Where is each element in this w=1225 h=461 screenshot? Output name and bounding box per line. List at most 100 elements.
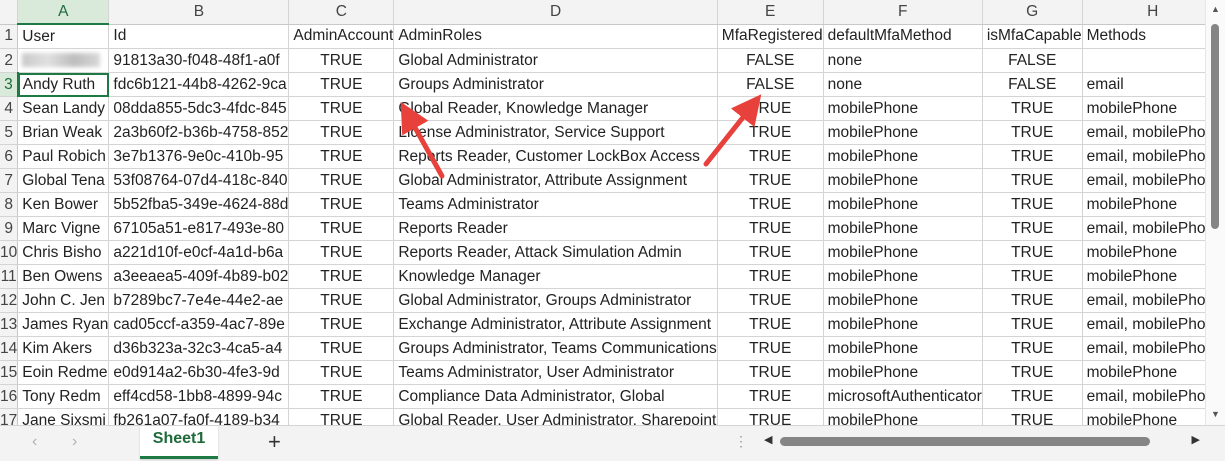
row-header[interactable]: 5	[0, 120, 19, 145]
column-header-d[interactable]: D	[393, 0, 718, 25]
cell-methods[interactable]: mobilePhone	[1082, 360, 1205, 385]
cell-admin-roles[interactable]: Global Administrator, Attribute Assignme…	[393, 168, 718, 193]
row-header[interactable]: 15	[0, 360, 19, 385]
cell-user[interactable]: Jane Sixsmi	[17, 408, 110, 425]
cell-admin-roles[interactable]: Global Administrator, Groups Administrat…	[393, 288, 718, 313]
cell-user[interactable]: Ben Owens	[17, 264, 110, 289]
cell-default-mfa-method[interactable]: none	[823, 72, 983, 97]
cell-methods[interactable]: email, mobilePhone	[1082, 168, 1205, 193]
cell-is-mfa-capable[interactable]: TRUE	[982, 264, 1083, 289]
cell-default-mfa-method[interactable]: mobilePhone	[823, 408, 983, 425]
row-header[interactable]: 12	[0, 288, 19, 313]
cell-methods[interactable]: mobilePhone	[1082, 408, 1205, 425]
cell-user[interactable]: James Ryan	[17, 312, 110, 337]
cell-mfa-registered[interactable]: TRUE	[717, 264, 824, 289]
cell-methods[interactable]: mobilePhone	[1082, 192, 1205, 217]
row-header[interactable]: 9	[0, 216, 19, 241]
cell-mfa-registered[interactable]: FALSE	[717, 48, 824, 73]
cell-admin-roles[interactable]: Exchange Administrator, Attribute Assign…	[393, 312, 718, 337]
cell-mfa-registered[interactable]: TRUE	[717, 336, 824, 361]
select-all-corner[interactable]	[0, 0, 19, 25]
cell-id[interactable]: 91813a30-f048-48f1-a0f	[108, 48, 290, 73]
cell-admin-account[interactable]: TRUE	[288, 96, 395, 121]
cell-default-mfa-method[interactable]: mobilePhone	[823, 168, 983, 193]
header-cell-defaultmfamethod[interactable]: defaultMfaMethod	[823, 24, 983, 49]
cell-methods[interactable]: email, mobilePhone	[1082, 144, 1205, 169]
column-header-g[interactable]: G	[982, 0, 1083, 25]
row-header[interactable]: 8	[0, 192, 19, 217]
cell-mfa-registered[interactable]: TRUE	[717, 96, 824, 121]
cell-id[interactable]: 08dda855-5dc3-4fdc-845	[108, 96, 290, 121]
cell-user[interactable]: Kim Akers	[17, 336, 110, 361]
cell-methods[interactable]: email, mobilePhone	[1082, 384, 1205, 409]
cell-mfa-registered[interactable]: TRUE	[717, 192, 824, 217]
cell-admin-roles[interactable]: Reports Reader, Customer LockBox Access	[393, 144, 718, 169]
cell-mfa-registered[interactable]: TRUE	[717, 384, 824, 409]
cell-admin-roles[interactable]: Knowledge Manager	[393, 264, 718, 289]
cell-methods[interactable]: mobilePhone	[1082, 264, 1205, 289]
row-header[interactable]: 7	[0, 168, 19, 193]
previous-sheet-icon[interactable]: ‹	[32, 433, 37, 451]
cell-is-mfa-capable[interactable]: TRUE	[982, 336, 1083, 361]
vertical-scroll-thumb[interactable]	[1211, 24, 1219, 229]
cell-mfa-registered[interactable]: TRUE	[717, 312, 824, 337]
sheet-tab-sheet1[interactable]: Sheet1	[140, 426, 218, 459]
scroll-left-icon[interactable]: ◀	[764, 433, 772, 446]
cell-admin-roles[interactable]: License Administrator, Service Support	[393, 120, 718, 145]
cell-admin-roles[interactable]: Teams Administrator	[393, 192, 718, 217]
cell-admin-account[interactable]: TRUE	[288, 240, 395, 265]
cell-default-mfa-method[interactable]: mobilePhone	[823, 96, 983, 121]
cell-is-mfa-capable[interactable]: TRUE	[982, 360, 1083, 385]
cell-admin-account[interactable]: TRUE	[288, 336, 395, 361]
cell-is-mfa-capable[interactable]: TRUE	[982, 144, 1083, 169]
header-cell-adminaccount[interactable]: AdminAccount	[288, 24, 395, 49]
cell-user[interactable]: Paul Robich	[17, 144, 110, 169]
scroll-up-icon[interactable]: ▲	[1211, 4, 1220, 14]
cell-methods[interactable]: mobilePhone	[1082, 240, 1205, 265]
add-sheet-button[interactable]: +	[268, 429, 281, 455]
cell-admin-account[interactable]: TRUE	[288, 120, 395, 145]
cell-is-mfa-capable[interactable]: TRUE	[982, 168, 1083, 193]
cell-user[interactable]: Sean Landy	[17, 96, 110, 121]
cell-id[interactable]: cad05ccf-a359-4ac7-89e	[108, 312, 290, 337]
cell-is-mfa-capable[interactable]: FALSE	[982, 72, 1083, 97]
horizontal-scrollbar[interactable]: ◀ ▶	[758, 430, 1204, 454]
cell-id[interactable]: fb261a07-fa0f-4189-b34	[108, 408, 290, 425]
more-options-icon[interactable]: ⋮	[734, 433, 748, 450]
cell-admin-roles[interactable]: Groups Administrator	[393, 72, 718, 97]
cell-admin-account[interactable]: TRUE	[288, 360, 395, 385]
cell-id[interactable]: 67105a51-e817-493e-80	[108, 216, 290, 241]
column-header-c[interactable]: C	[288, 0, 395, 25]
cell-id[interactable]: b7289bc7-7e4e-44e2-ae	[108, 288, 290, 313]
cell-default-mfa-method[interactable]: mobilePhone	[823, 360, 983, 385]
cell-methods[interactable]	[1082, 48, 1205, 73]
cell-user[interactable]: Tony Redm	[17, 384, 110, 409]
cell-id[interactable]: a3eeaea5-409f-4b89-b02	[108, 264, 290, 289]
cell-methods[interactable]: email, mobilePhone	[1082, 336, 1205, 361]
cell-mfa-registered[interactable]: FALSE	[717, 72, 824, 97]
row-header[interactable]: 11	[0, 264, 19, 289]
cell-admin-account[interactable]: TRUE	[288, 312, 395, 337]
cell-methods[interactable]: email	[1082, 72, 1205, 97]
row-header[interactable]: 4	[0, 96, 19, 121]
cell-default-mfa-method[interactable]: mobilePhone	[823, 264, 983, 289]
cell-id[interactable]: eff4cd58-1bb8-4899-94c	[108, 384, 290, 409]
cell-admin-roles[interactable]: Groups Administrator, Teams Communicatio…	[393, 336, 718, 361]
cell-default-mfa-method[interactable]: microsoftAuthenticator	[823, 384, 983, 409]
cell-user[interactable]: John C. Jen	[17, 288, 110, 313]
cell-admin-account[interactable]: TRUE	[288, 216, 395, 241]
cell-id[interactable]: e0d914a2-6b30-4fe3-9d	[108, 360, 290, 385]
cell-mfa-registered[interactable]: TRUE	[717, 240, 824, 265]
cell-admin-account[interactable]: TRUE	[288, 168, 395, 193]
cell-default-mfa-method[interactable]: mobilePhone	[823, 144, 983, 169]
cell-admin-roles[interactable]: Compliance Data Administrator, Global	[393, 384, 718, 409]
cell-admin-roles[interactable]: Global Reader, User Administrator, Share…	[393, 408, 718, 425]
header-cell-id[interactable]: Id	[108, 24, 290, 49]
cell-mfa-registered[interactable]: TRUE	[717, 144, 824, 169]
cell-user[interactable]: Eoin Redme	[17, 360, 110, 385]
cell-mfa-registered[interactable]: TRUE	[717, 408, 824, 425]
cell-methods[interactable]: email, mobilePhone	[1082, 216, 1205, 241]
header-cell-ismfacapable[interactable]: isMfaCapable	[982, 24, 1083, 49]
cell-admin-account[interactable]: TRUE	[288, 72, 395, 97]
row-header[interactable]: 16	[0, 384, 19, 409]
